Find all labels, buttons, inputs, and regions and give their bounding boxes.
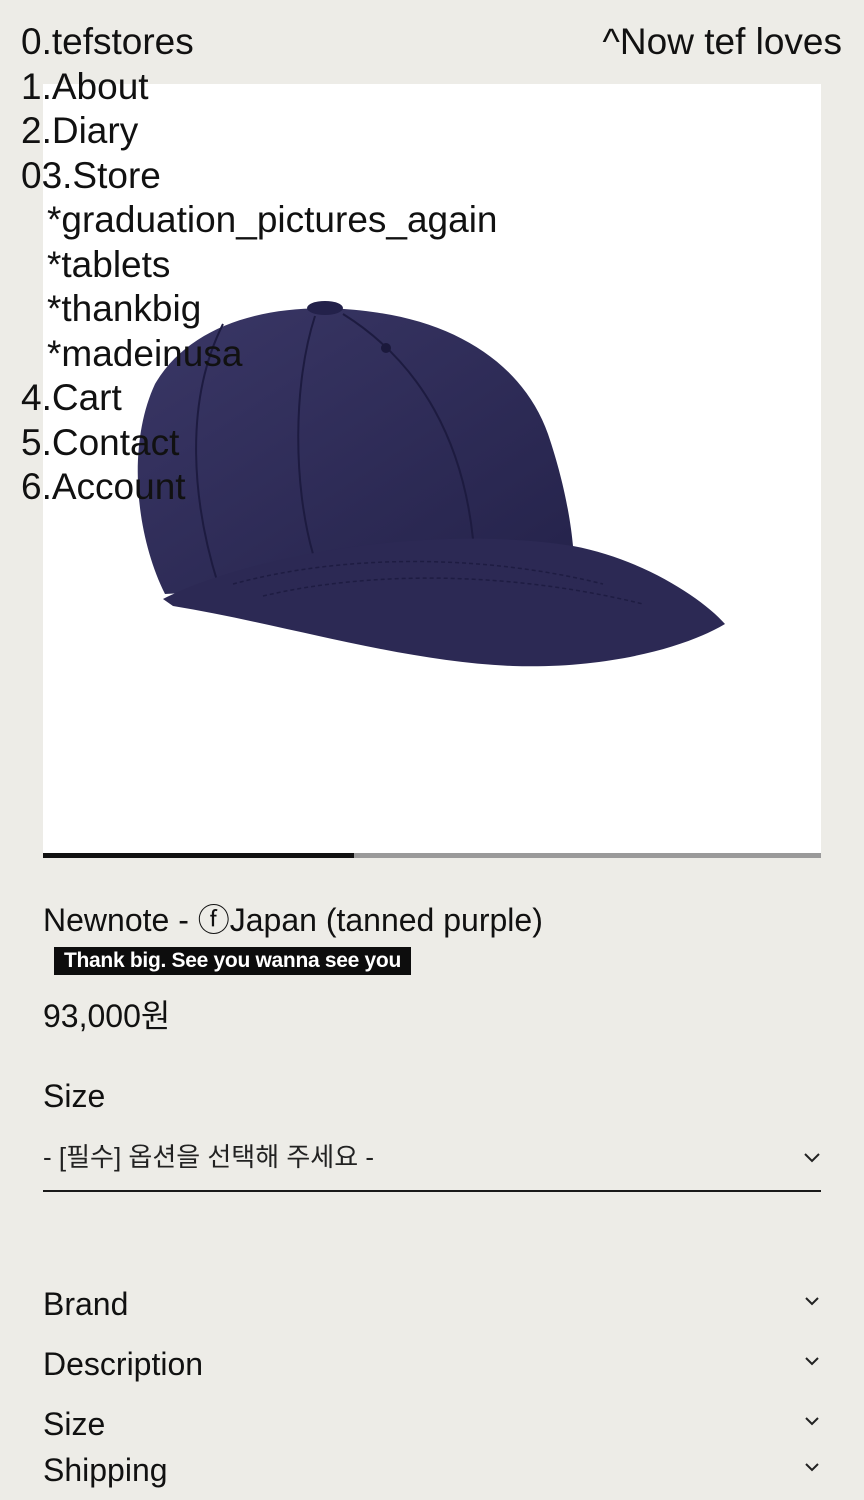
nav-item-cart[interactable]: 4.Cart <box>21 376 498 421</box>
nav-home-link[interactable]: 0.tefstores <box>21 20 498 65</box>
product-tag-badge: Thank big. See you wanna see you <box>54 947 411 975</box>
chevron-down-icon <box>804 1153 820 1163</box>
chevron-down-icon <box>805 1297 819 1306</box>
product-title: Newnote - ⓕJapan (tanned purple) <box>43 902 543 938</box>
accordion-shipping-label: Shipping <box>43 1452 168 1488</box>
store-sub-tablets[interactable]: *tablets <box>21 243 498 288</box>
gallery-progress-track[interactable] <box>43 853 821 858</box>
nav-item-account[interactable]: 6.Account <box>21 465 498 510</box>
store-sub-madeinusa[interactable]: *madeinusa <box>21 332 498 377</box>
store-sub-graduation-pictures-again[interactable]: *graduation_pictures_again <box>21 198 498 243</box>
store-sub-thankbig[interactable]: *thankbig <box>21 287 498 332</box>
chevron-down-icon <box>805 1357 819 1366</box>
store-submenu: *graduation_pictures_again *tablets *tha… <box>21 198 498 376</box>
accordion-description[interactable]: Description <box>43 1334 821 1390</box>
accordion-brand[interactable]: Brand <box>43 1274 821 1330</box>
site-menu: 0.tefstores 1.About 2.Diary 03.Store *gr… <box>21 20 498 510</box>
gallery-progress-fill <box>43 853 355 858</box>
accordion-size-label: Size <box>43 1406 106 1442</box>
chevron-down-icon <box>805 1417 819 1426</box>
accordion-description-label: Description <box>43 1346 204 1382</box>
now-tef-loves-link[interactable]: ^Now tef loves <box>603 20 842 65</box>
product-price: 93,000원 <box>43 998 171 1034</box>
chevron-down-icon <box>805 1463 819 1472</box>
size-option-label: Size <box>43 1078 106 1114</box>
nav-item-about[interactable]: 1.About <box>21 65 498 110</box>
size-select-value: - [필수] 옵션을 선택해 주세요 - <box>43 1142 375 1172</box>
nav-item-store[interactable]: 03.Store <box>21 154 498 199</box>
accordion-shipping[interactable]: Shipping <box>43 1440 821 1496</box>
nav-item-diary[interactable]: 2.Diary <box>21 109 498 154</box>
accordion-brand-label: Brand <box>43 1286 129 1322</box>
nav-item-contact[interactable]: 5.Contact <box>21 421 498 466</box>
size-select[interactable]: - [필수] 옵션을 선택해 주세요 - <box>43 1134 821 1192</box>
